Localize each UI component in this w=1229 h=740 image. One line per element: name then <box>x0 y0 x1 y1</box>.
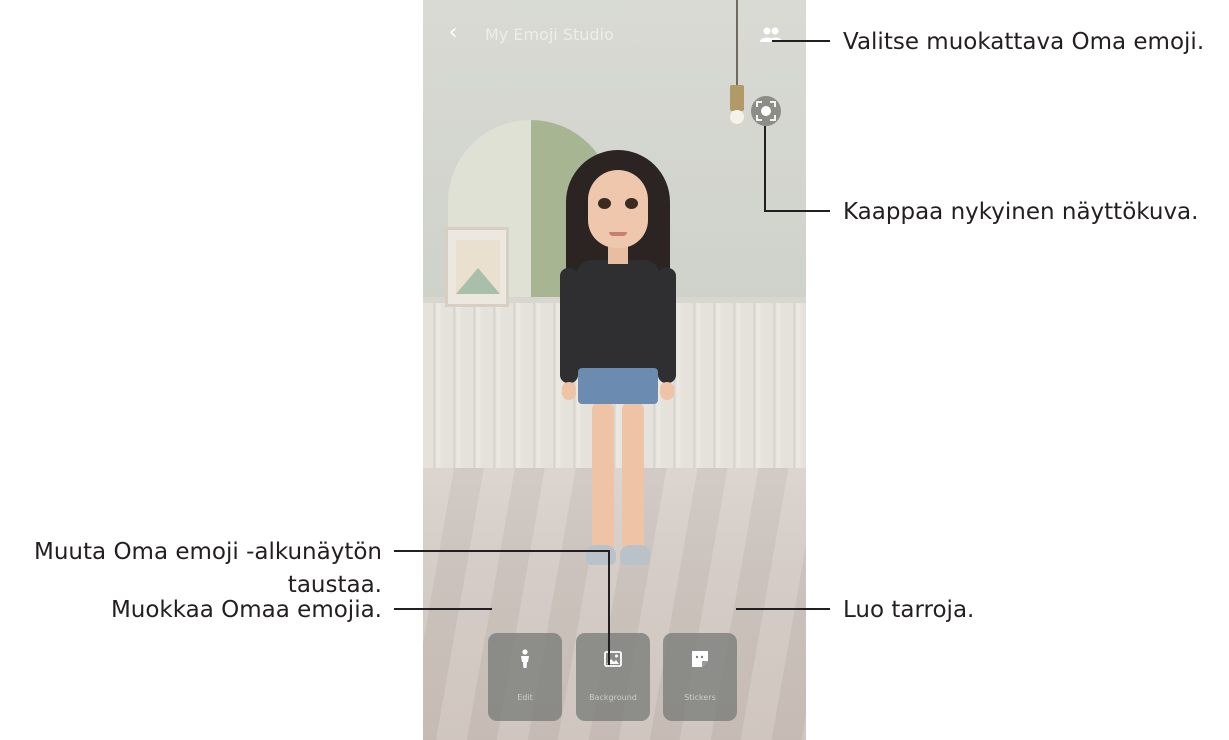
leader-edit <box>394 608 492 610</box>
edit-person-icon <box>521 649 529 668</box>
edit-button[interactable]: Edit <box>488 633 562 721</box>
callout-stickers: Luo tarroja. <box>843 597 975 623</box>
background-image-icon <box>604 651 622 667</box>
stickers-button-label: Stickers <box>684 693 716 702</box>
lamp-bulb <box>730 110 744 124</box>
emoji-avatar[interactable] <box>558 150 678 570</box>
callout-select-emoji: Valitse muokattava Oma emoji. <box>843 29 1205 55</box>
picture-frame <box>445 227 509 307</box>
stickers-button[interactable]: Stickers <box>663 633 737 721</box>
background-button-label: Background <box>589 693 637 702</box>
capture-button[interactable] <box>751 96 781 126</box>
callout-capture: Kaappaa nykyinen näyttökuva. <box>843 199 1199 225</box>
leader-background-horizontal <box>394 550 610 552</box>
leader-capture-vertical <box>764 126 766 212</box>
app-title: My Emoji Studio <box>485 25 614 44</box>
stickers-icon <box>692 651 708 667</box>
callout-edit: Muokkaa Omaa emojia. <box>110 597 382 623</box>
capture-icon <box>756 101 776 121</box>
lamp-socket <box>730 85 744 111</box>
background-button[interactable]: Background <box>576 633 650 721</box>
leader-background-vertical <box>608 550 610 665</box>
phone-screen: ‹ My Emoji Studio Edit Background Sticke… <box>423 0 806 740</box>
callout-background-line1: Muuta Oma emoji -alkunäytön <box>34 539 382 565</box>
lamp-cord <box>736 0 738 85</box>
edit-button-label: Edit <box>517 693 533 702</box>
leader-capture-horizontal <box>764 210 830 212</box>
leader-select-emoji <box>772 40 830 42</box>
switch-emoji-icon[interactable] <box>759 25 783 45</box>
back-icon[interactable]: ‹ <box>443 22 463 44</box>
leader-stickers <box>736 608 830 610</box>
